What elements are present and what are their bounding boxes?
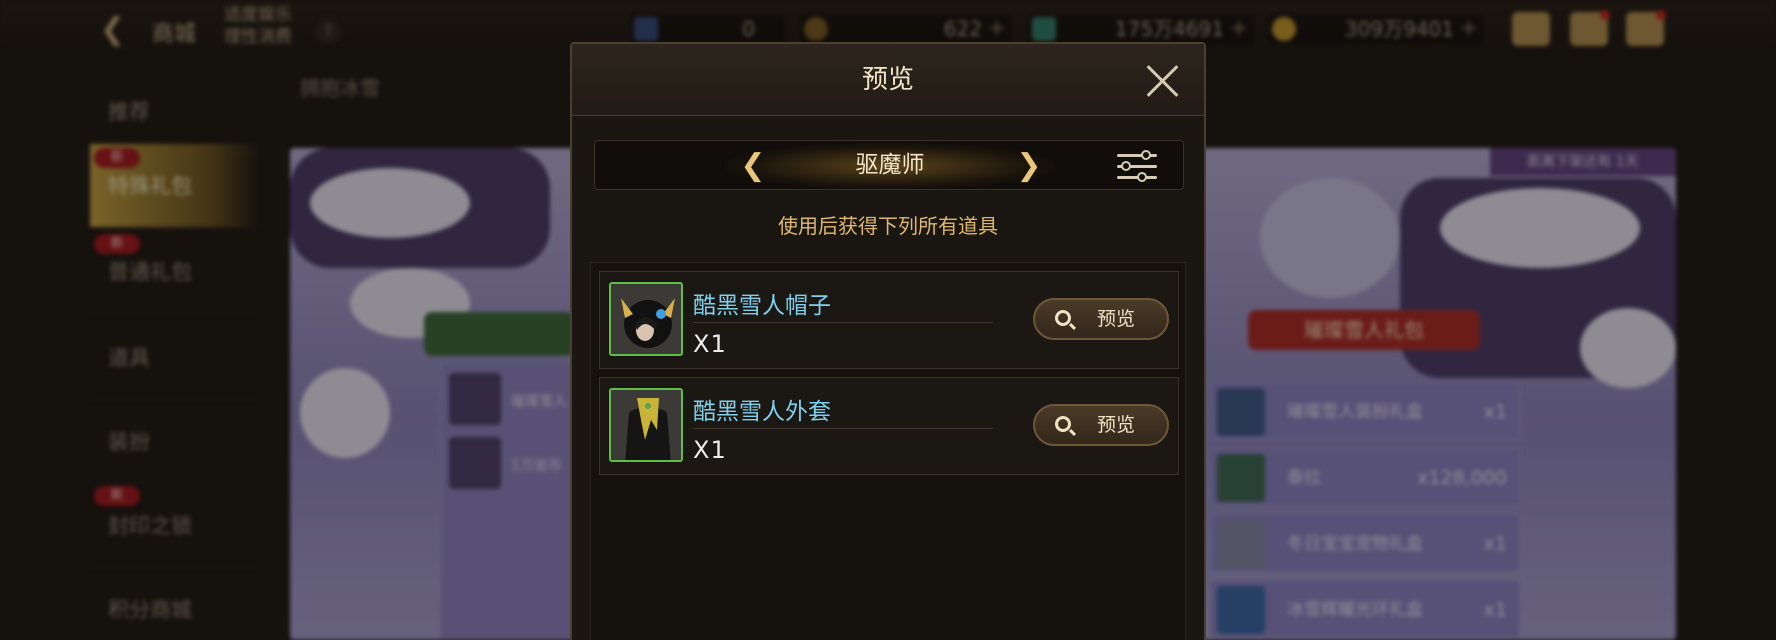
divider [693, 428, 993, 429]
usage-hint: 使用后获得下列所有道具 [778, 214, 998, 238]
modal-title: 预览 [861, 65, 914, 95]
coat-item-thumbnail[interactable] [609, 388, 683, 462]
modal-header: 预览 [572, 44, 1204, 116]
preview-button-label: 预览 [1097, 414, 1136, 436]
preview-button-label: 预览 [1097, 308, 1136, 330]
search-icon [1055, 310, 1071, 326]
filter-knob [1141, 150, 1151, 160]
hat-item-thumbnail[interactable] [609, 282, 683, 356]
preview-button[interactable]: 预览 [1033, 298, 1169, 340]
divider [693, 322, 993, 323]
filter-line [1117, 154, 1157, 157]
list-item: 酷黑雪人帽子 X1 预览 [599, 271, 1179, 369]
chevron-left-icon[interactable]: ❮ [739, 148, 767, 184]
filter-knob [1121, 161, 1131, 171]
item-quantity: X1 [693, 436, 727, 464]
list-item: 酷黑雪人外套 X1 预览 [599, 377, 1179, 475]
filter-icon[interactable] [1115, 149, 1159, 183]
item-name: 酷黑雪人外套 [693, 399, 831, 425]
item-quantity: X1 [693, 330, 727, 358]
class-selector: 驱魔师 ❮ ❯ [594, 140, 1184, 190]
reward-list: 酷黑雪人帽子 X1 预览 酷黑雪人外套 X1 预览 [590, 262, 1186, 640]
chevron-right-icon[interactable]: ❯ [1015, 148, 1043, 184]
preview-button[interactable]: 预览 [1033, 404, 1169, 446]
filter-knob [1137, 172, 1147, 182]
search-icon [1055, 416, 1071, 432]
item-name: 酷黑雪人帽子 [693, 293, 831, 319]
close-icon[interactable] [1144, 62, 1182, 100]
preview-modal: 预览 驱魔师 ❮ ❯ 使用后获得下列所有道具 酷黑雪人帽子 X1 预览 酷黑雪人… [570, 42, 1206, 640]
class-name: 驱魔师 [855, 152, 925, 178]
